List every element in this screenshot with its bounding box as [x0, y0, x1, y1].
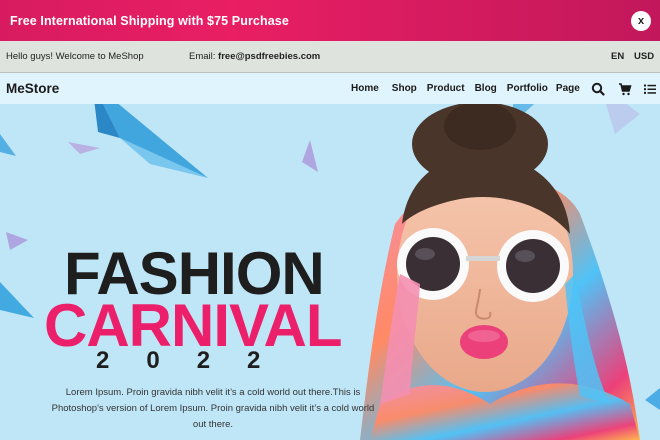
nav-item-home[interactable]: Home [351, 83, 379, 94]
email-info: Email: free@psdfreebies.com [189, 51, 320, 62]
main-nav: Home Shop Product Blog Portfolio Page [351, 83, 580, 94]
currency-selector[interactable]: USD [634, 51, 654, 62]
email-link[interactable]: free@psdfreebies.com [218, 51, 320, 62]
cart-icon[interactable] [618, 82, 632, 96]
main-navbar: MeStore Home Shop Product Blog Portfolio… [0, 73, 660, 104]
search-icon[interactable] [591, 82, 605, 96]
close-button[interactable]: x [631, 11, 651, 31]
hero-year: 2022 [96, 347, 298, 374]
nav-item-portfolio[interactable]: Portfolio [507, 83, 548, 94]
close-icon: x [637, 15, 645, 27]
nav-item-product[interactable]: Product [427, 83, 465, 94]
hero-banner: FASHION CARNIVAL 2022 Lorem Ipsum. Proin… [0, 104, 660, 440]
model-photo [360, 104, 640, 440]
language-selector[interactable]: EN [611, 51, 624, 62]
welcome-text: Hello guys! Welcome to MeShop [6, 51, 144, 62]
top-info-bar: Hello guys! Welcome to MeShop Email: fre… [0, 41, 660, 73]
site-logo[interactable]: MeStore [6, 81, 59, 96]
promo-text: Free International Shipping with $75 Pur… [10, 13, 289, 28]
nav-item-shop[interactable]: Shop [392, 83, 417, 94]
email-label: Email: [189, 51, 216, 62]
hero-description: Lorem Ipsum. Proin gravida nibh velit it… [51, 387, 375, 430]
nav-item-page[interactable]: Page [556, 83, 580, 94]
nav-item-blog[interactable]: Blog [475, 83, 497, 94]
promo-banner: Free International Shipping with $75 Pur… [0, 0, 660, 41]
menu-list-icon[interactable] [643, 82, 657, 96]
